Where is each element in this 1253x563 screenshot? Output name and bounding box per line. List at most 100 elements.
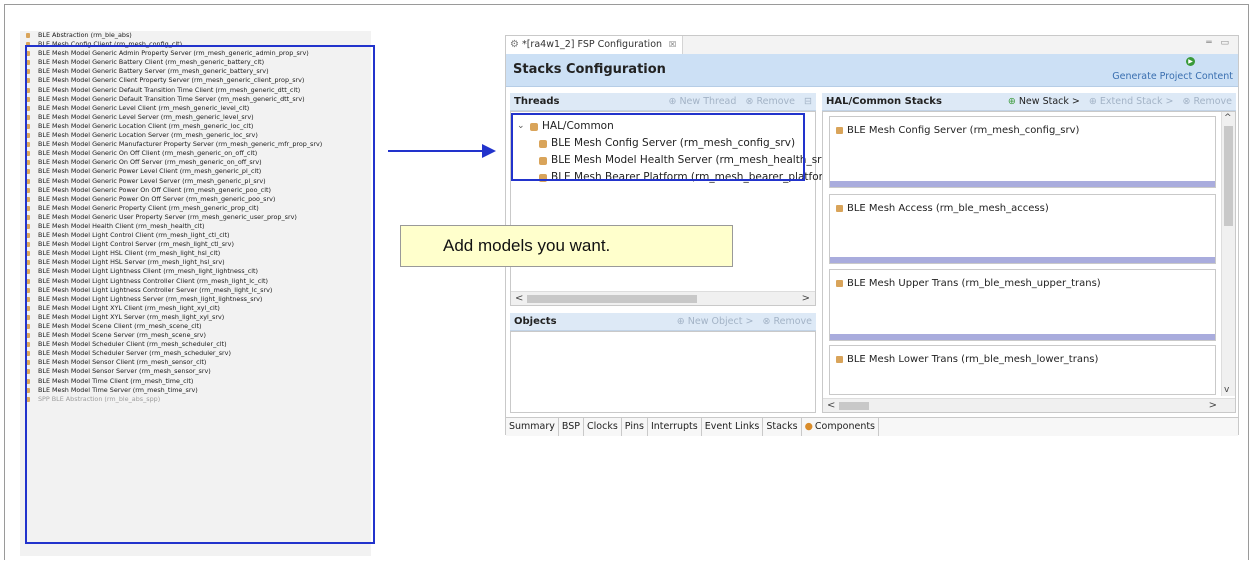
list-item[interactable]: BLE Mesh Model Health Client (rm_mesh_he…	[20, 222, 371, 231]
hal-hscrollbar[interactable]: < >	[823, 398, 1235, 412]
list-item-label: BLE Mesh Model Light XYL Server (rm_mesh…	[38, 312, 225, 321]
collapse-icon[interactable]: ⊟	[804, 96, 812, 107]
list-item[interactable]: BLE Mesh Model Light Lightness Client (r…	[20, 267, 371, 276]
list-item[interactable]: BLE Mesh Model Generic Power On Off Clie…	[20, 186, 371, 195]
stack-card[interactable]: BLE Mesh Access (rm_ble_mesh_access)	[829, 194, 1216, 264]
module-icon	[26, 114, 30, 120]
list-item[interactable]: BLE Mesh Model Scheduler Server (rm_mesh…	[20, 349, 371, 358]
tab-clocks[interactable]: Clocks	[584, 418, 622, 436]
stack-label: BLE Mesh Config Server (rm_mesh_config_s…	[836, 125, 1079, 136]
list-item[interactable]: BLE Mesh Model Generic Location Client (…	[20, 122, 371, 131]
list-item-label: BLE Mesh Model Light Lightness Controlle…	[38, 276, 268, 285]
hal-vscrollbar[interactable]: ^ v	[1221, 112, 1235, 396]
list-item[interactable]: BLE Mesh Model Generic Power Level Clien…	[20, 167, 371, 176]
module-icon	[26, 233, 30, 239]
list-item[interactable]: BLE Mesh Model Generic Manufacturer Prop…	[20, 140, 371, 149]
scroll-up-icon[interactable]: ^	[1224, 113, 1232, 123]
list-item[interactable]: BLE Mesh Model Sensor Server (rm_mesh_se…	[20, 367, 371, 376]
new-object-button[interactable]: ⊕ New Object >	[677, 316, 754, 327]
tree-node-hal-common[interactable]: ⌄ HAL/Common	[517, 118, 837, 135]
stack-card[interactable]: BLE Mesh Lower Trans (rm_ble_mesh_lower_…	[829, 345, 1216, 395]
list-item[interactable]: BLE Mesh Model Time Client (rm_mesh_time…	[20, 377, 371, 386]
list-item[interactable]: BLE Mesh Model Generic Default Transitio…	[20, 86, 371, 95]
list-item[interactable]: BLE Mesh Model Generic Battery Client (r…	[20, 58, 371, 67]
list-item-label: BLE Mesh Model Generic Default Transitio…	[38, 94, 305, 103]
list-item[interactable]: BLE Mesh Model Generic Client Property S…	[20, 76, 371, 85]
list-item[interactable]: BLE Mesh Model Generic Level Client (rm_…	[20, 104, 371, 113]
scroll-thumb[interactable]	[839, 402, 869, 410]
list-item[interactable]: BLE Mesh Model Light Control Server (rm_…	[20, 240, 371, 249]
list-item[interactable]: BLE Mesh Model Light HSL Server (rm_mesh…	[20, 258, 371, 267]
list-item-label: BLE Mesh Model Scheduler Server (rm_mesh…	[38, 349, 231, 358]
list-item[interactable]: BLE Abstraction (rm_ble_abs)	[20, 31, 371, 40]
tab-components[interactable]: ● Components	[802, 418, 880, 436]
scroll-left-icon[interactable]: <	[827, 399, 835, 412]
close-icon[interactable]: ☒	[669, 36, 676, 54]
list-item-label: BLE Mesh Model Scheduler Client (rm_mesh…	[38, 340, 227, 349]
tree-node-module[interactable]: BLE Mesh Config Server (rm_mesh_config_s…	[517, 135, 837, 152]
list-item[interactable]: BLE Mesh Model Light HSL Client (rm_mesh…	[20, 249, 371, 258]
tab-stacks[interactable]: Stacks	[763, 418, 802, 436]
remove-object-button[interactable]: ⊗ Remove	[762, 316, 812, 327]
stack-card[interactable]: BLE Mesh Config Server (rm_mesh_config_s…	[829, 116, 1216, 188]
tab-bsp[interactable]: BSP	[559, 418, 585, 436]
tab-pins[interactable]: Pins	[622, 418, 648, 436]
tree-node-module[interactable]: BLE Mesh Bearer Platform (rm_mesh_bearer…	[517, 169, 837, 186]
window-controls[interactable]: ═ ▭	[1206, 38, 1232, 48]
list-item[interactable]: BLE Mesh Model Generic Power Level Serve…	[20, 177, 371, 186]
list-item[interactable]: BLE Mesh Model Generic Location Server (…	[20, 131, 371, 140]
tab-summary[interactable]: Summary	[506, 418, 559, 436]
scroll-right-icon[interactable]: >	[802, 292, 810, 305]
list-item[interactable]: BLE Mesh Model Generic Power On Off Serv…	[20, 195, 371, 204]
list-item-label: BLE Abstraction (rm_ble_abs)	[38, 31, 132, 39]
scroll-thumb[interactable]	[527, 295, 697, 303]
list-item[interactable]: BLE Mesh Model Scene Server (rm_mesh_sce…	[20, 331, 371, 340]
scroll-left-icon[interactable]: <	[515, 292, 523, 305]
list-item[interactable]: BLE Mesh Config Client (rm_mesh_config_c…	[20, 40, 371, 49]
scroll-thumb[interactable]	[1224, 126, 1233, 226]
list-item[interactable]: BLE Mesh Model Scene Client (rm_mesh_sce…	[20, 322, 371, 331]
list-item[interactable]: BLE Mesh Model Generic Level Server (rm_…	[20, 113, 371, 122]
module-icon	[26, 269, 30, 275]
new-stack-button[interactable]: ⊕ New Stack >	[1008, 96, 1080, 107]
list-item[interactable]: BLE Mesh Model Generic On Off Client (rm…	[20, 149, 371, 158]
list-item[interactable]: BLE Mesh Model Generic User Property Ser…	[20, 213, 371, 222]
threads-tree: ⌄ HAL/Common BLE Mesh Config Server (rm_…	[517, 118, 837, 186]
scroll-down-icon[interactable]: v	[1224, 385, 1229, 395]
generate-project-content-button[interactable]: Generate Project Content	[1112, 71, 1233, 82]
arrow-line	[388, 150, 482, 152]
module-icon	[836, 280, 843, 287]
list-item[interactable]: BLE Mesh Model Light XYL Client (rm_mesh…	[20, 304, 371, 313]
list-item[interactable]: BLE Mesh Model Scheduler Client (rm_mesh…	[20, 340, 371, 349]
list-item-label: BLE Mesh Model Health Client (rm_mesh_he…	[38, 221, 205, 230]
list-item[interactable]: BLE Mesh Model Generic Battery Server (r…	[20, 67, 371, 76]
list-item[interactable]: BLE Mesh Model Light Lightness Server (r…	[20, 295, 371, 304]
list-item[interactable]: BLE Mesh Model Time Server (rm_mesh_time…	[20, 386, 371, 395]
generate-icon[interactable]: ▶	[1186, 57, 1195, 66]
list-item[interactable]: BLE Mesh Model Sensor Client (rm_mesh_se…	[20, 358, 371, 367]
list-item[interactable]: BLE Mesh Model Generic Admin Property Se…	[20, 49, 371, 58]
chevron-down-icon[interactable]: ⌄	[517, 118, 526, 135]
threads-hscrollbar[interactable]: < >	[511, 291, 815, 305]
remove-stack-button[interactable]: ⊗ Remove	[1182, 96, 1232, 107]
list-item[interactable]: BLE Mesh Model Light Lightness Controlle…	[20, 286, 371, 295]
remove-thread-button[interactable]: ⊗ Remove	[745, 96, 795, 107]
extend-stack-button[interactable]: ⊕ Extend Stack >	[1089, 96, 1174, 107]
tab-event-links[interactable]: Event Links	[702, 418, 764, 436]
list-item-label: BLE Mesh Model Light HSL Client (rm_mesh…	[38, 249, 221, 258]
new-thread-button[interactable]: ⊕ New Thread	[668, 96, 736, 107]
list-item[interactable]: BLE Mesh Model Generic Property Client (…	[20, 204, 371, 213]
list-item-label: BLE Mesh Model Light Lightness Server (r…	[38, 294, 263, 303]
tab-interrupts[interactable]: Interrupts	[648, 418, 702, 436]
scroll-right-icon[interactable]: >	[1209, 399, 1217, 412]
stack-card[interactable]: BLE Mesh Upper Trans (rm_ble_mesh_upper_…	[829, 269, 1216, 341]
threads-pane-title: Threads ⊕ New Thread ⊗ Remove ⊟	[510, 93, 816, 111]
list-item[interactable]: BLE Mesh Model Generic Default Transitio…	[20, 95, 371, 104]
list-item[interactable]: BLE Mesh Model Light XYL Server (rm_mesh…	[20, 313, 371, 322]
list-item[interactable]: BLE Mesh Model Generic On Off Server (rm…	[20, 158, 371, 167]
list-item[interactable]: BLE Mesh Model Light Control Client (rm_…	[20, 231, 371, 240]
list-item[interactable]: SPP BLE Abstraction (rm_ble_abs_spp)	[20, 395, 371, 404]
editor-tab[interactable]: ⚙ *[ra4w1_2] FSP Configuration ☒	[506, 36, 684, 54]
list-item[interactable]: BLE Mesh Model Light Lightness Controlle…	[20, 277, 371, 286]
tree-node-module[interactable]: BLE Mesh Model Health Server (rm_mesh_he…	[517, 152, 837, 169]
